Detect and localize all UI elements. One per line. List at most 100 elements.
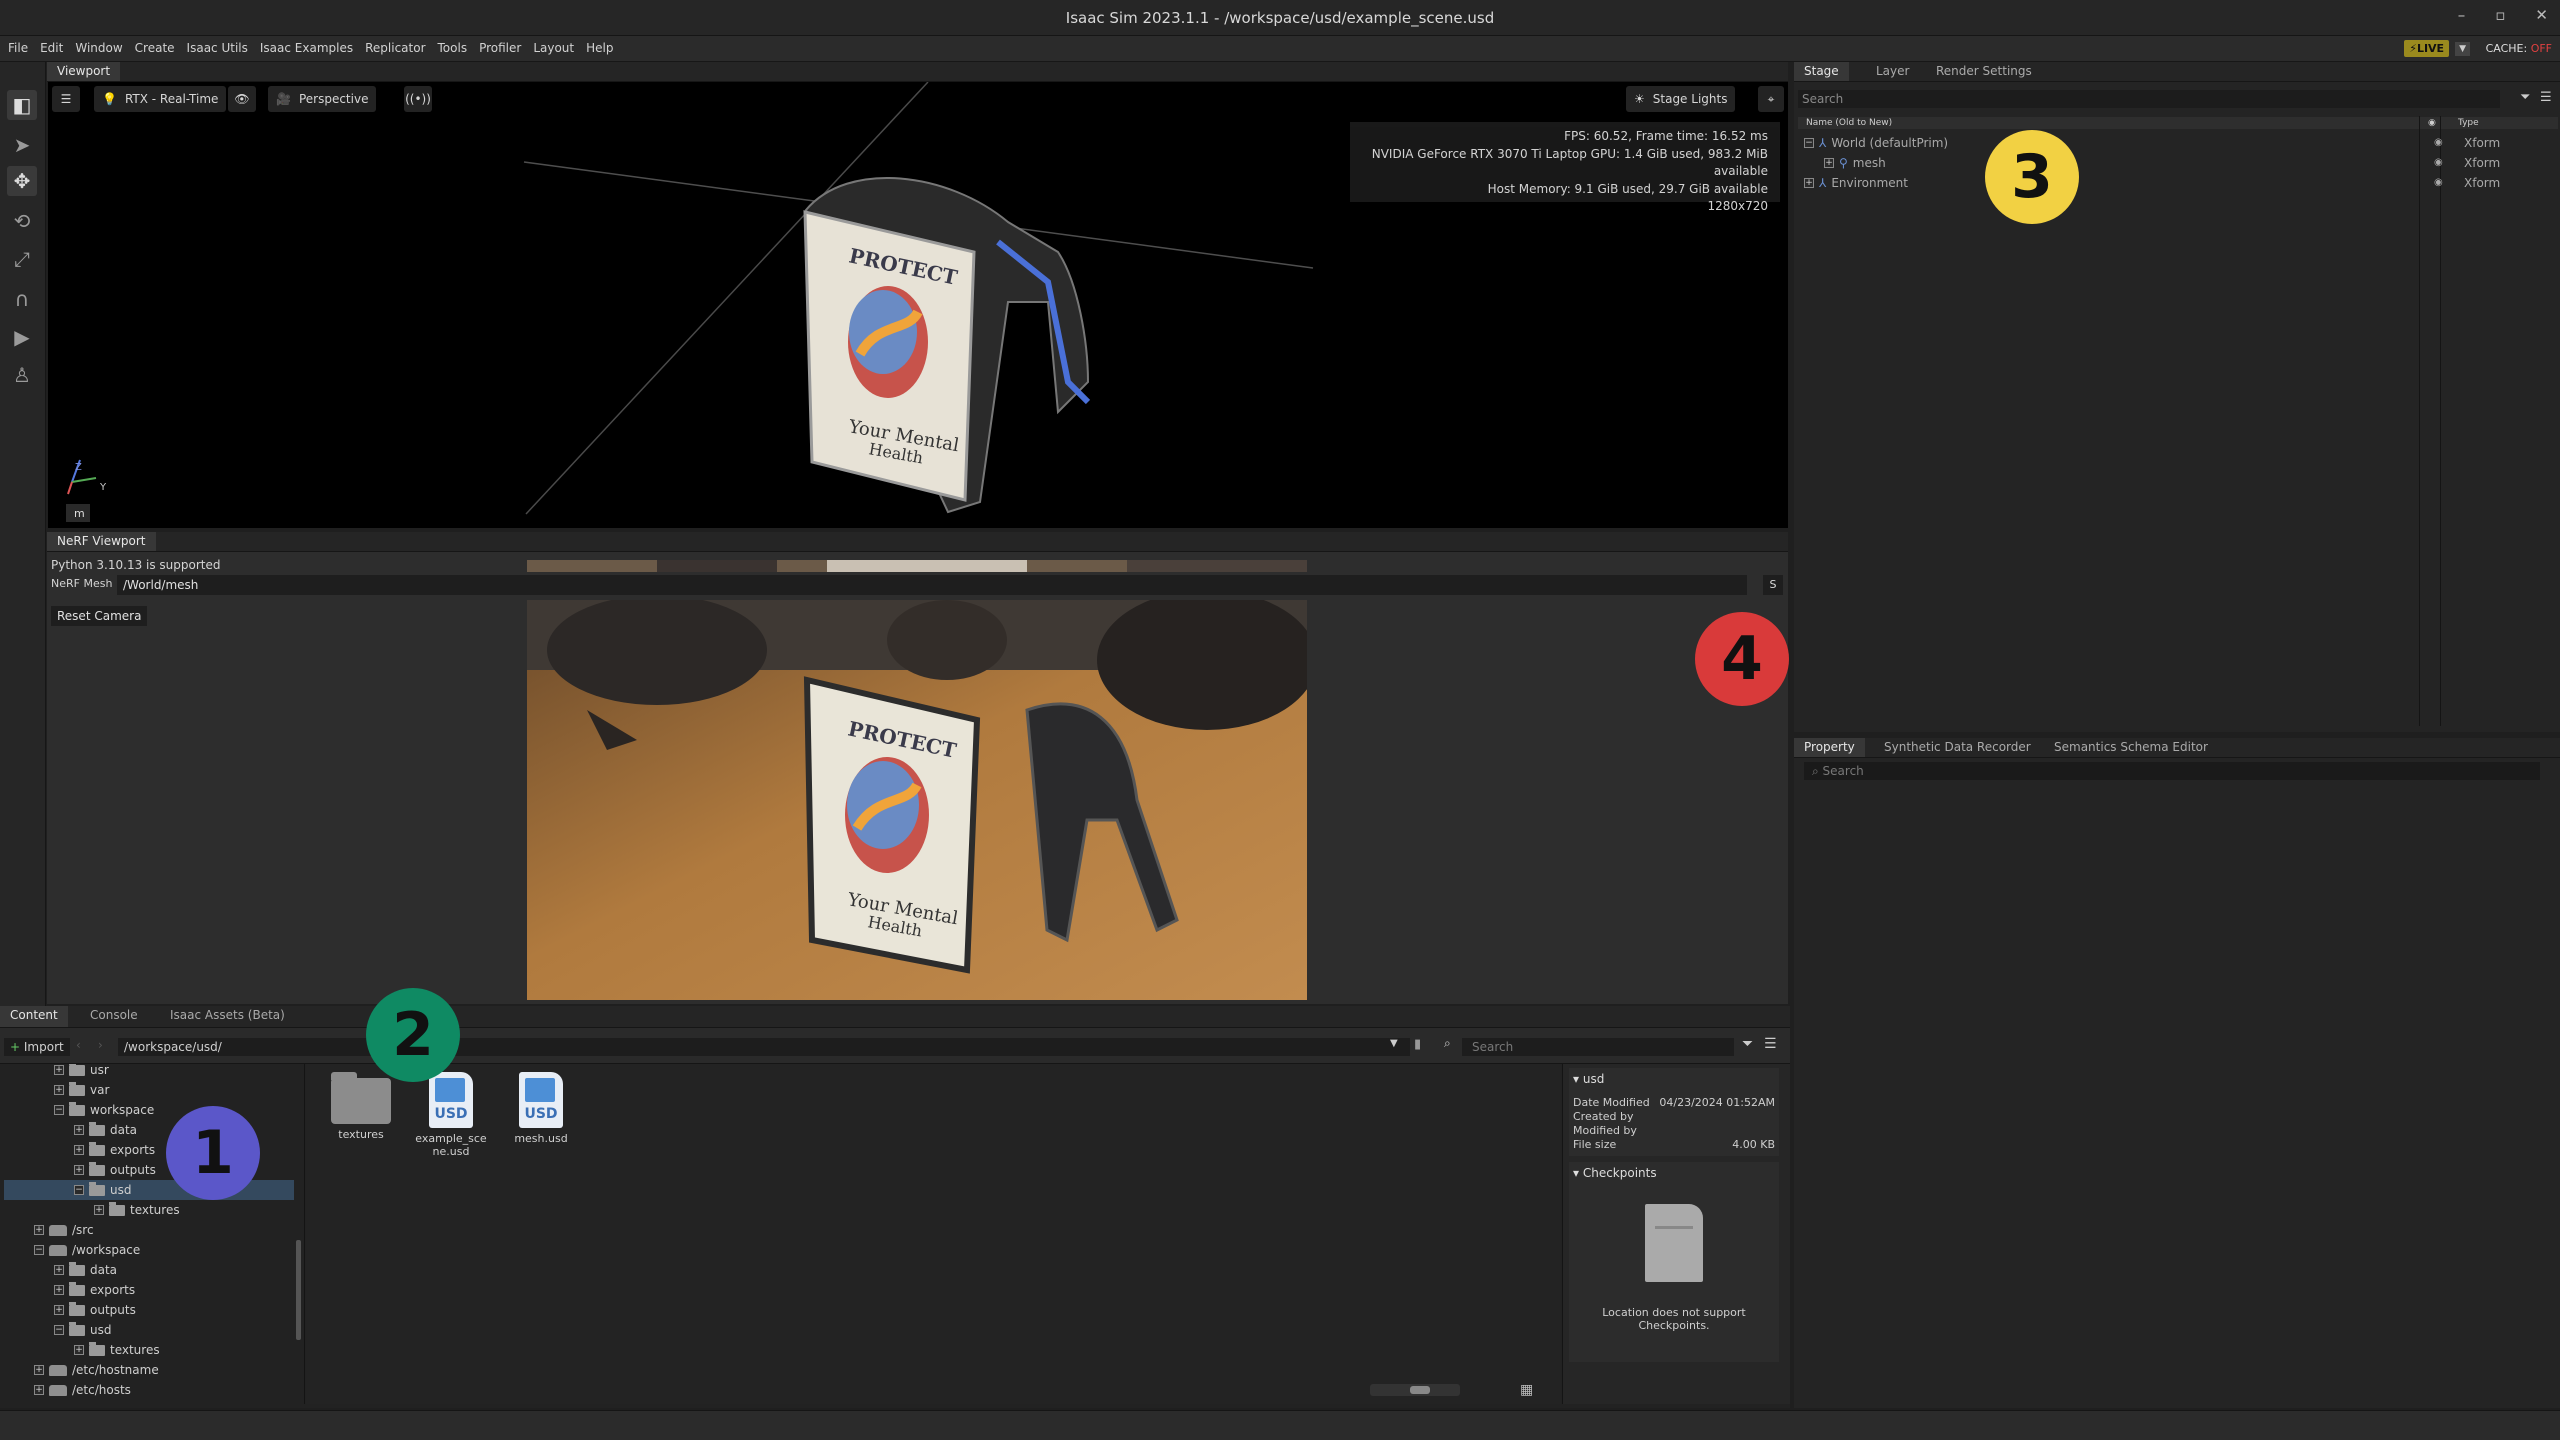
expand-icon[interactable]: + (54, 1265, 64, 1275)
stage-search-input[interactable]: Search (1798, 90, 2500, 108)
detail-header[interactable]: ▾ usd (1569, 1068, 1779, 1090)
robot-icon[interactable]: ♙ (7, 360, 37, 390)
stage-lights-dropdown[interactable]: ☀ Stage Lights (1626, 86, 1736, 112)
menu-file[interactable]: File (8, 41, 28, 55)
tree-row[interactable]: + data (74, 1120, 137, 1140)
tree-row[interactable]: + /etc/hostname (34, 1360, 159, 1380)
collapse-icon[interactable]: − (34, 1245, 44, 1255)
expand-icon[interactable]: + (34, 1225, 44, 1235)
expand-icon[interactable]: + (1804, 178, 1814, 188)
column-name[interactable]: Name (Old to New) (1806, 117, 1892, 129)
menu-icon[interactable]: ☰ (2540, 90, 2552, 105)
path-field[interactable]: /workspace/usd/ (118, 1038, 1410, 1056)
expand-icon[interactable]: + (34, 1365, 44, 1375)
minimize-button[interactable]: – (2458, 6, 2466, 24)
menu-help[interactable]: Help (586, 41, 613, 55)
live-dropdown-icon[interactable]: ▼ (2455, 41, 2470, 56)
tab-nerf-viewport[interactable]: NeRF Viewport (47, 532, 156, 551)
file-item-folder[interactable]: textures (316, 1072, 406, 1141)
tab-console[interactable]: Console (80, 1006, 148, 1027)
reset-camera-button[interactable]: Reset Camera (51, 606, 148, 626)
expand-icon[interactable]: + (54, 1305, 64, 1315)
filter-icon[interactable]: ⏷ (2520, 90, 2530, 105)
cursor-icon[interactable]: ➤ (7, 130, 37, 160)
forward-arrow-icon[interactable]: › (98, 1038, 103, 1052)
eye-icon[interactable]: ◉ (2434, 134, 2443, 152)
tab-content[interactable]: Content (0, 1006, 68, 1027)
scale-icon[interactable]: ⤢ (7, 244, 37, 274)
stage-row-environment[interactable]: + ⅄ Environment ◉ Xform (1804, 174, 2554, 192)
menu-isaac-examples[interactable]: Isaac Examples (260, 41, 353, 55)
collapse-icon[interactable]: − (54, 1105, 64, 1115)
menu-replicator[interactable]: Replicator (365, 41, 425, 55)
expand-icon[interactable]: + (74, 1345, 84, 1355)
tree-row[interactable]: + outputs (54, 1300, 136, 1320)
tree-row[interactable]: + var (54, 1080, 109, 1100)
menu-tools[interactable]: Tools (438, 41, 468, 55)
tree-scrollbar[interactable] (296, 1240, 301, 1340)
tree-row[interactable]: − workspace (54, 1100, 154, 1120)
stage-row-world[interactable]: − ⅄ World (defaultPrim) ◉ Xform (1804, 134, 2554, 152)
renderer-dropdown[interactable]: 💡 RTX - Real-Time (94, 86, 227, 112)
live-badge[interactable]: ⚡LIVE (2404, 40, 2450, 57)
rotate-icon[interactable]: ⟲ (7, 206, 37, 236)
tree-row[interactable]: + /etc/hosts (34, 1380, 131, 1400)
viewport-canvas[interactable]: PROTECT Your Mental Health Z Y m ☰ 💡 RTX … (48, 82, 1788, 528)
zoom-slider-handle[interactable] (1410, 1386, 1430, 1394)
tree-row[interactable]: + exports (54, 1280, 135, 1300)
menu-profiler[interactable]: Profiler (479, 41, 521, 55)
nerf-s-button[interactable]: S (1763, 575, 1783, 595)
tree-row[interactable]: + usr (54, 1064, 109, 1080)
close-button[interactable]: ✕ (2535, 6, 2548, 24)
tree-row-selected[interactable]: − usd (4, 1180, 294, 1200)
menu-isaac-utils[interactable]: Isaac Utils (187, 41, 248, 55)
expand-icon[interactable]: + (74, 1165, 84, 1175)
expand-icon[interactable]: + (54, 1285, 64, 1295)
menu-create[interactable]: Create (135, 41, 175, 55)
tab-layer[interactable]: Layer (1866, 62, 1919, 81)
expand-icon[interactable]: + (74, 1125, 84, 1135)
pin-icon[interactable]: ⌖ (1758, 86, 1784, 112)
tree-row[interactable]: + /src (34, 1220, 94, 1240)
select-tool-icon[interactable]: ◧ (7, 90, 37, 120)
move-icon[interactable]: ✥ (7, 166, 37, 196)
collapse-icon[interactable]: − (54, 1325, 64, 1335)
visibility-eye-icon[interactable]: ◉ (2428, 117, 2436, 129)
tab-property[interactable]: Property (1794, 738, 1865, 757)
stage-row-mesh[interactable]: + ⚲ mesh ◉ Xform (1804, 154, 2554, 172)
file-item-usd[interactable]: USD mesh.usd (496, 1072, 586, 1145)
visibility-eye-icon[interactable]: 👁 (228, 86, 256, 112)
tab-semantics-schema-editor[interactable]: Semantics Schema Editor (2044, 738, 2218, 757)
path-dropdown-icon[interactable]: ▼ (1390, 1038, 1398, 1049)
tree-row[interactable]: − /workspace (34, 1240, 140, 1260)
settings-sliders-icon[interactable]: ☰ (52, 86, 80, 112)
maximize-button[interactable]: ▫ (2495, 6, 2505, 24)
zoom-slider[interactable] (1370, 1384, 1460, 1396)
tab-synthetic-data-recorder[interactable]: Synthetic Data Recorder (1874, 738, 2041, 757)
nerf-render-image[interactable]: PROTECT Your Mental Health (527, 600, 1307, 1000)
tree-row[interactable]: − usd (54, 1320, 111, 1340)
collapse-icon[interactable]: − (74, 1185, 84, 1195)
expand-icon[interactable]: + (34, 1385, 44, 1395)
expand-icon[interactable]: + (54, 1085, 64, 1095)
tab-stage[interactable]: Stage (1794, 62, 1849, 81)
tab-isaac-assets[interactable]: Isaac Assets (Beta) (160, 1006, 295, 1027)
tree-row[interactable]: + outputs (74, 1160, 156, 1180)
tree-row[interactable]: + textures (94, 1200, 180, 1220)
filter-icon[interactable]: ⏷ (1742, 1036, 1753, 1052)
tab-render-settings[interactable]: Render Settings (1926, 62, 2042, 81)
collapse-icon[interactable]: − (1804, 138, 1814, 148)
content-search-input[interactable]: Search (1462, 1038, 1734, 1056)
column-type[interactable]: Type (2458, 117, 2479, 129)
play-icon[interactable]: ▶ (7, 322, 37, 352)
eye-icon[interactable]: ◉ (2434, 154, 2443, 172)
nerf-mesh-field[interactable]: /World/mesh (117, 575, 1747, 595)
cache-status[interactable]: CACHE: OFF (2486, 42, 2552, 55)
broadcast-icon[interactable]: ((•)) (404, 86, 432, 112)
snap-magnet-icon[interactable]: ∩ (7, 284, 37, 314)
tree-row[interactable]: + exports (74, 1140, 155, 1160)
back-arrow-icon[interactable]: ‹ (76, 1038, 81, 1052)
expand-icon[interactable]: + (94, 1205, 104, 1215)
menu-window[interactable]: Window (75, 41, 122, 55)
camera-dropdown[interactable]: 🎥 Perspective (268, 86, 377, 112)
